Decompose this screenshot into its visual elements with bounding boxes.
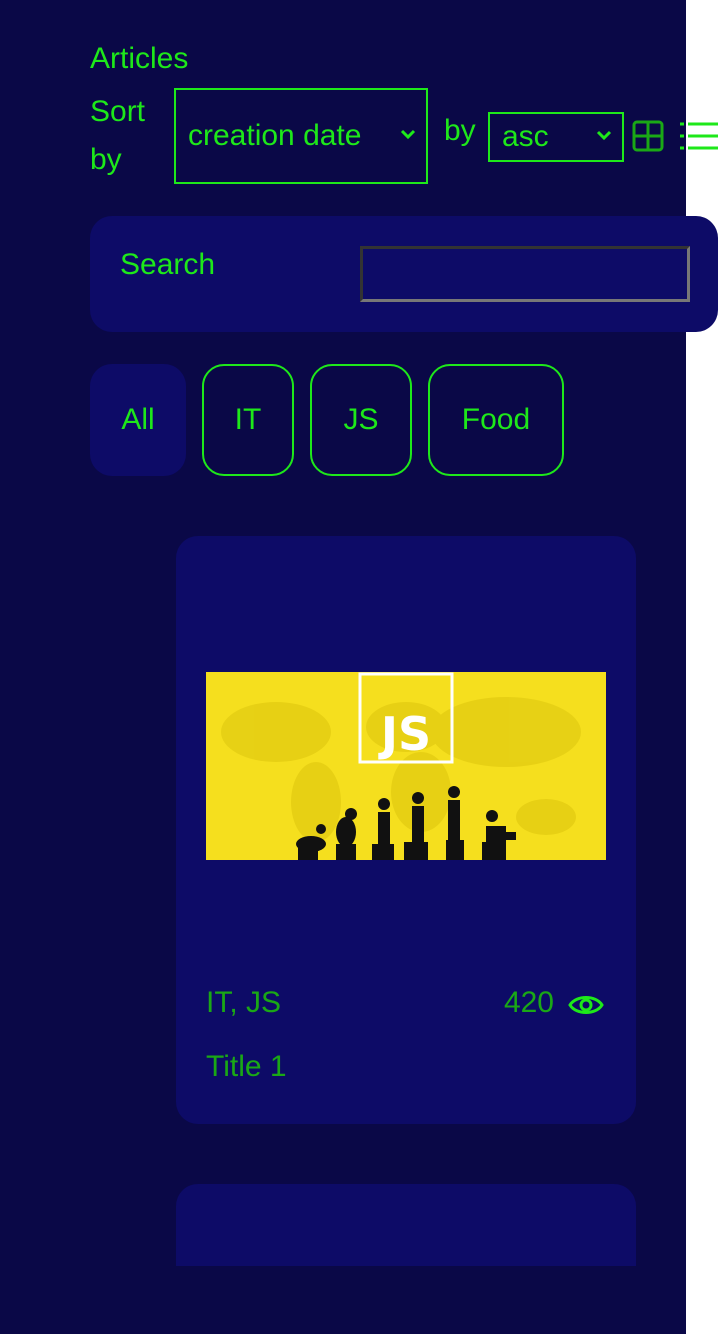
tab-all[interactable]: All bbox=[90, 364, 186, 476]
sort-field-select[interactable]: creation date bbox=[174, 88, 428, 184]
search-input[interactable] bbox=[360, 246, 690, 302]
tab-it[interactable]: IT bbox=[202, 364, 294, 476]
sort-order-select[interactable]: asc bbox=[488, 112, 624, 162]
page-title: Articles bbox=[90, 42, 189, 75]
search-label: Search bbox=[120, 248, 216, 281]
article-tags: IT, JS bbox=[206, 986, 282, 1019]
grid-view-icon[interactable] bbox=[632, 120, 664, 152]
article-view-count: 420 bbox=[503, 986, 554, 1019]
article-card[interactable] bbox=[176, 1184, 636, 1266]
tab-food[interactable]: Food bbox=[428, 364, 564, 476]
eye-icon bbox=[568, 996, 604, 1014]
order-by-label: by bbox=[444, 114, 476, 147]
articles-page: Articles Sort by creation date by asc Se… bbox=[0, 0, 718, 1334]
search-panel: Search bbox=[90, 216, 718, 332]
sort-field-value: creation date bbox=[188, 119, 362, 152]
sort-label: Sort by bbox=[90, 95, 146, 176]
article-card[interactable]: JS IT, JS 420 Title 1 bbox=[176, 536, 636, 1124]
tab-js[interactable]: JS bbox=[310, 364, 412, 476]
list-view-icon[interactable] bbox=[678, 120, 718, 152]
chevron-down-icon bbox=[596, 130, 612, 141]
article-title: Title 1 bbox=[206, 1050, 287, 1083]
chevron-down-icon bbox=[400, 129, 416, 140]
sort-order-value: asc bbox=[502, 120, 549, 153]
article-thumbnail: JS bbox=[206, 672, 606, 860]
thumbnail-logo-text: JS bbox=[378, 707, 431, 761]
